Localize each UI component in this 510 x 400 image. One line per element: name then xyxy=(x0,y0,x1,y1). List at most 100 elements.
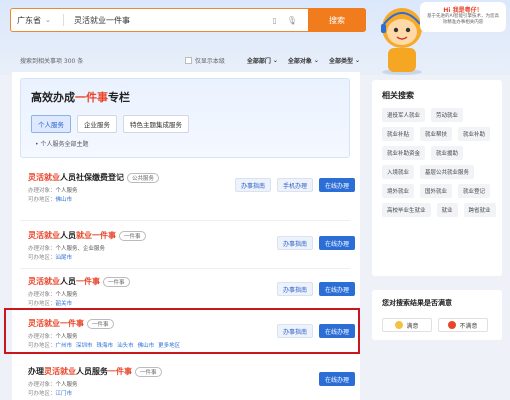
item-title[interactable]: 灵活就业人员一件事 一件事 xyxy=(28,276,130,287)
online-button[interactable]: 在线办理 xyxy=(319,236,355,250)
item-badge: 一件事 xyxy=(119,230,146,241)
item-badge: 一件事 xyxy=(103,276,130,287)
item-areas: 可办地区：韶关市 xyxy=(28,299,76,307)
special-title-pre: 高效办成 xyxy=(31,91,75,104)
target-label: 全部对象 xyxy=(287,57,312,65)
unsatisfied-label: 不满意 xyxy=(459,322,478,330)
only-local-label: 仅显示本级 xyxy=(194,57,225,65)
related-tags: 退役军人就业 劳动就业就业补贴 就业帮扶 就业补助就业补助资金 就业援助入境就业 基层公共… xyxy=(382,108,498,217)
survey-title: 您对搜索结果是否满意 xyxy=(382,299,452,307)
title-text: 办理 xyxy=(28,367,44,376)
satisfied-label: 满意 xyxy=(406,322,419,330)
special-sub-link[interactable]: 个人服务全部主题 xyxy=(35,139,88,148)
special-title: 高效办成一件事专栏 xyxy=(31,89,130,105)
result-count: 搜索到相关事项 300 条 xyxy=(20,57,84,65)
frown-icon xyxy=(448,321,457,329)
title-highlight: 灵活就业 xyxy=(44,367,76,376)
title-highlight: 一件事 xyxy=(76,277,100,286)
related-tag[interactable]: 就业援助 xyxy=(431,146,464,160)
area-label: 可办地区： xyxy=(28,255,56,261)
special-column: 高效办成一件事专栏 个人服务 企业服务 特色主题集成服务 个人服务全部主题 xyxy=(20,78,350,158)
unsatisfied-button[interactable]: 不满意 xyxy=(438,318,488,332)
area-label: 可办地区： xyxy=(28,391,56,397)
guide-button[interactable]: 办事指南 xyxy=(235,178,271,192)
filter-row: 搜索到相关事项 300 条 仅显示本级 全部部门 ⌄ 全部对象 ⌄ 全部类型 ⌄ xyxy=(20,54,360,66)
checkbox-icon xyxy=(184,56,192,64)
region-label: 广东省 xyxy=(17,15,41,25)
area-link[interactable]: 韶关市 xyxy=(56,301,73,307)
satisfied-button[interactable]: 满意 xyxy=(382,318,432,332)
tab-enterprise[interactable]: 企业服务 xyxy=(77,115,117,133)
target-value: 个人服务、企业服务 xyxy=(55,246,106,252)
title-text: 人员 xyxy=(60,231,76,240)
related-search-panel: 相关搜索 退役军人就业 劳动就业就业补贴 就业帮扶 就业补助就业补助资金 就业援助入境就… xyxy=(372,80,502,276)
related-tag[interactable]: 就业帮扶 xyxy=(420,127,453,141)
item-title[interactable]: 灵活就业人员就业一件事 一件事 xyxy=(28,230,146,241)
title-text: 人员服务 xyxy=(76,367,108,376)
related-tag[interactable]: 境外就业 xyxy=(382,184,415,198)
online-button[interactable]: 在线办理 xyxy=(319,372,355,386)
online-button[interactable]: 在线办理 xyxy=(319,178,355,192)
area-link[interactable]: 江门市 xyxy=(56,391,73,397)
divider xyxy=(20,220,350,221)
related-tag[interactable]: 基层公共就业服务 xyxy=(420,165,475,179)
related-tag[interactable]: 退役军人就业 xyxy=(382,108,426,122)
highlight-frame xyxy=(4,308,360,354)
type-label: 全部类型 xyxy=(328,57,353,65)
title-highlight: 灵活就业 xyxy=(28,231,60,240)
item-badge: 一件事 xyxy=(135,366,162,377)
mobile-button[interactable]: 手机办理 xyxy=(277,178,313,192)
related-tag[interactable]: 高校毕业生就业 xyxy=(382,203,431,217)
type-dropdown[interactable]: 全部类型 ⌄ xyxy=(329,56,360,65)
related-tag[interactable]: 劳动就业 xyxy=(431,108,464,122)
target-value: 个人服务 xyxy=(55,292,78,298)
related-tag[interactable]: 国外就业 xyxy=(420,184,453,198)
related-tag[interactable]: 就业补助 xyxy=(458,127,491,141)
item-title[interactable]: 灵活就业人员社保缴费登记 公共服务 xyxy=(28,172,160,183)
related-tag[interactable]: 入境就业 xyxy=(382,165,415,179)
title-text: 人员社保缴费登记 xyxy=(60,173,124,182)
tab-personal[interactable]: 个人服务 xyxy=(31,115,71,133)
related-tag[interactable]: 跨省就业 xyxy=(463,203,496,217)
tab-featured[interactable]: 特色主题集成服务 xyxy=(123,115,189,133)
region-select[interactable]: 广东省 ⌄ xyxy=(11,15,63,26)
microphone-icon[interactable]: 🎙 xyxy=(287,16,297,25)
result-item: 灵活就业人员社保缴费登记 公共服务 办理对象：个人服务 可办地区：佛山市 办事指… xyxy=(20,164,355,220)
chevron-down-icon: ⌄ xyxy=(45,16,51,24)
item-areas: 可办地区：佛山市 xyxy=(28,195,76,203)
area-link[interactable]: 汕尾市 xyxy=(56,255,73,261)
item-title[interactable]: 办理灵活就业人员服务一件事 一件事 xyxy=(28,366,162,377)
mascot-greeting: Hi 我是粤仔！ xyxy=(443,7,483,14)
only-local-checkbox[interactable]: 仅显示本级 xyxy=(184,56,225,65)
related-title: 相关搜索 xyxy=(382,91,414,100)
special-title-highlight: 一件事 xyxy=(75,91,108,104)
mascot-tip: 基于先进的AI智能引擎技术，为您高效精准办事相关内容 xyxy=(427,14,499,25)
item-areas: 可办地区：汕尾市 xyxy=(28,253,76,261)
target-value: 个人服务 xyxy=(55,382,78,388)
item-badge: 公共服务 xyxy=(127,172,160,183)
result-item: 办理灵活就业人员服务一件事 一件事 办理对象：个人服务 可办地区：江门市 在线办… xyxy=(20,358,355,400)
area-link[interactable]: 佛山市 xyxy=(56,197,73,203)
keyboard-icon[interactable]: ▯ xyxy=(272,16,276,25)
title-highlight: 灵活就业 xyxy=(28,277,60,286)
chevron-down-icon: ⌄ xyxy=(354,56,360,64)
guide-button[interactable]: 办事指南 xyxy=(277,236,313,250)
guide-button[interactable]: 办事指南 xyxy=(277,282,313,296)
dept-dropdown[interactable]: 全部部门 ⌄ xyxy=(247,56,278,65)
search-input[interactable]: 灵活就业一件事 xyxy=(64,15,272,26)
target-label: 办理对象： xyxy=(28,292,56,298)
special-title-post: 专栏 xyxy=(108,91,130,104)
related-tag[interactable]: 就业登记 xyxy=(458,184,491,198)
related-tag[interactable]: 就业补助资金 xyxy=(382,146,426,160)
online-button[interactable]: 在线办理 xyxy=(319,282,355,296)
chevron-down-icon: ⌄ xyxy=(313,56,319,64)
dept-label: 全部部门 xyxy=(246,57,271,65)
related-tag[interactable]: 就业 xyxy=(436,203,458,217)
chevron-down-icon: ⌄ xyxy=(272,56,278,64)
area-label: 可办地区： xyxy=(28,197,56,203)
title-highlight: 灵活就业 xyxy=(28,173,60,182)
search-button[interactable]: 搜索 xyxy=(308,8,366,32)
related-tag[interactable]: 就业补贴 xyxy=(382,127,415,141)
target-label: 办理对象： xyxy=(28,188,56,194)
target-dropdown[interactable]: 全部对象 ⌄ xyxy=(288,56,319,65)
